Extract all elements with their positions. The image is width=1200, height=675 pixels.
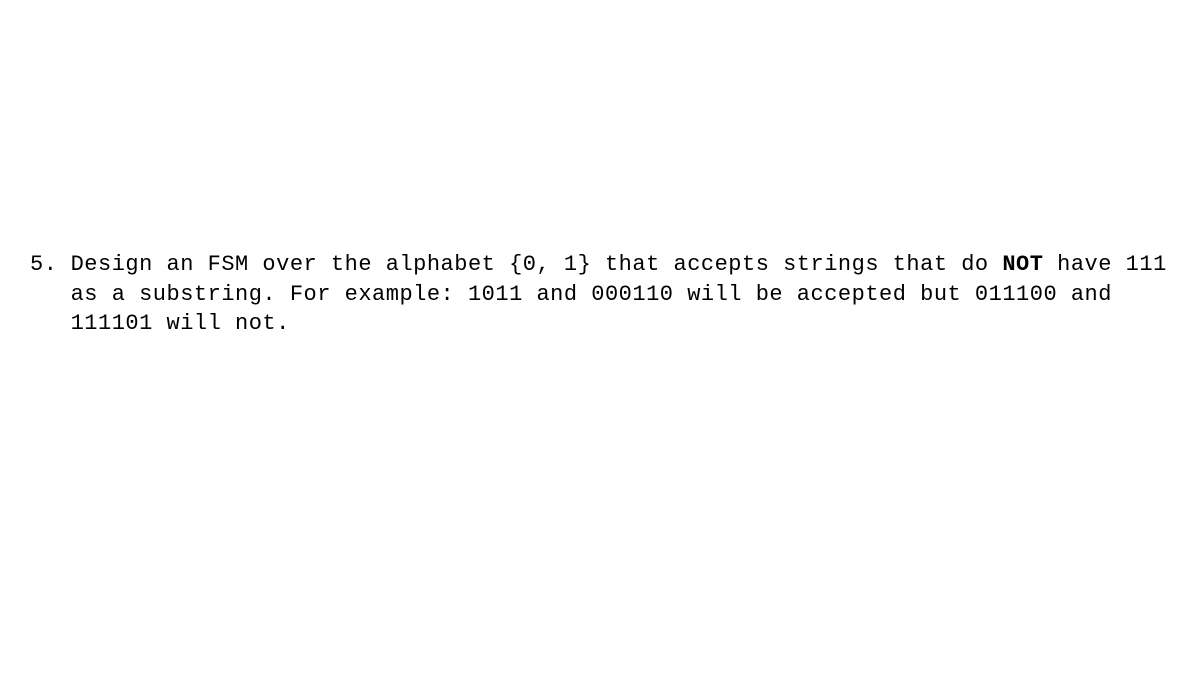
text-bold-not: NOT <box>1002 252 1043 277</box>
text-part-1: Design an FSM over the alphabet {0, 1} t… <box>71 252 1003 277</box>
question-number: 5. <box>30 250 57 280</box>
question-block: 5. Design an FSM over the alphabet {0, 1… <box>30 250 1170 339</box>
question-text: Design an FSM over the alphabet {0, 1} t… <box>71 250 1170 339</box>
